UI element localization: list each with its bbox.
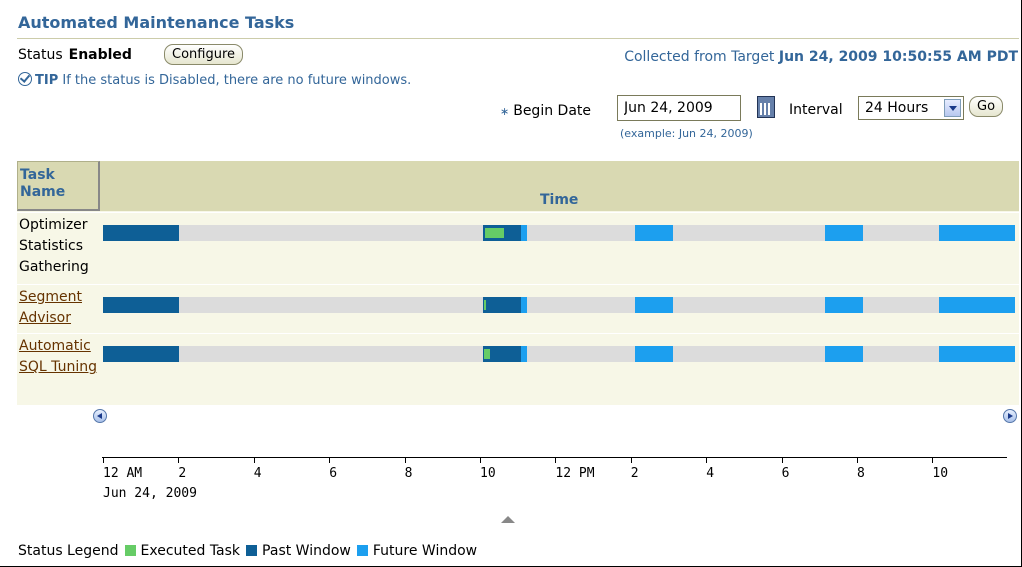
axis-tick-label: 8: [857, 466, 865, 481]
axis-tick: [555, 457, 557, 463]
axis-tick-label: 4: [706, 466, 715, 481]
automatic-sql-tuning-link[interactable]: Automatic SQL Tuning: [19, 338, 97, 375]
future-window-segment[interactable]: [825, 225, 863, 241]
executed-window-segment[interactable]: [483, 300, 486, 310]
status-row: Status Enabled: [18, 47, 132, 63]
task-name-header-label: Task Name: [20, 167, 66, 200]
begin-date-input[interactable]: [617, 95, 741, 121]
axis-tick: [781, 457, 783, 463]
collected-from-target: Collected from Target Jun 24, 2009 10:50…: [624, 49, 1018, 65]
future-window-segment[interactable]: [939, 297, 1015, 313]
axis-tick-label: 10: [932, 466, 949, 481]
scroll-right-icon[interactable]: [1003, 409, 1017, 423]
time-header-label: Time: [540, 192, 579, 208]
past-window-segment[interactable]: [483, 297, 521, 313]
tip-key: TIP: [35, 73, 59, 88]
axis-tick-label: 12 PM: [555, 466, 595, 481]
executed-window-segment[interactable]: [484, 228, 504, 238]
past-window-segment[interactable]: [103, 346, 179, 362]
collected-timestamp: Jun 24, 2009 10:50:55 AM PDT: [778, 49, 1018, 65]
future-window-segment[interactable]: [635, 346, 673, 362]
legend-title: Status Legend: [18, 543, 119, 559]
future-window-segment[interactable]: [521, 346, 527, 362]
title-divider: [17, 38, 1019, 39]
timeline-track: [103, 297, 1015, 313]
legend-swatch-future: [356, 545, 368, 556]
timeline-track: [103, 346, 1015, 362]
task-name-header[interactable]: Task Name: [17, 161, 100, 211]
axis-tick-label: 2: [178, 466, 187, 481]
table-row: Automatic SQL Tuning: [17, 333, 1019, 406]
future-window-segment[interactable]: [521, 297, 527, 313]
configure-button[interactable]: Configure: [164, 44, 244, 65]
timeline-track: [103, 225, 1015, 241]
status-label: Status: [18, 47, 63, 63]
page-title: Automated Maintenance Tasks: [18, 13, 295, 32]
table-row: Segment Advisor: [17, 284, 1019, 333]
legend-swatch-executed: [124, 545, 136, 556]
axis-tick-label: 2: [630, 466, 639, 481]
axis-tick-label: 6: [781, 466, 790, 481]
future-window-segment[interactable]: [825, 297, 863, 313]
legend-swatch-past: [246, 545, 258, 556]
tip-text: If the status is Disabled, there are no …: [62, 73, 412, 88]
scroll-left-icon[interactable]: [93, 409, 107, 423]
task-name: Automatic SQL Tuning: [19, 336, 103, 378]
tip-check-icon: [18, 72, 32, 86]
axis-tick: [404, 457, 406, 463]
go-button[interactable]: Go: [969, 96, 1004, 117]
time-header: Time: [100, 161, 1019, 211]
axis-tick: [630, 457, 632, 463]
axis-tick-label: 4: [253, 466, 262, 481]
axis-tick-label: 8: [404, 466, 413, 481]
axis-tick: [253, 457, 255, 463]
task-name: Optimizer Statistics Gathering: [19, 217, 89, 275]
axis-tick: [857, 457, 858, 463]
status-legend: Status Legend Executed Task Past Window Fut…: [18, 543, 477, 559]
future-window-segment[interactable]: [825, 346, 863, 362]
legend-past: Past Window: [262, 543, 351, 559]
axis-tick: [932, 457, 934, 463]
axis-tick: [329, 457, 331, 463]
segment-advisor-link[interactable]: Segment Advisor: [19, 289, 82, 326]
table-row: Optimizer Statistics Gathering: [17, 212, 1019, 284]
interval-label: Interval: [789, 102, 843, 118]
axis-date: Jun 24, 2009: [103, 486, 197, 501]
tip: TIP If the status is Disabled, there are…: [18, 70, 411, 88]
begin-date-text: Begin Date: [513, 103, 591, 119]
legend-future: Future Window: [372, 543, 478, 559]
axis-tick: [103, 457, 104, 463]
interval-select[interactable]: 24 Hours: [858, 96, 964, 120]
future-window-segment[interactable]: [635, 225, 673, 241]
future-window-segment[interactable]: [939, 346, 1015, 362]
axis-tick: [178, 457, 180, 463]
axis-tick-label: 12 AM: [103, 466, 143, 481]
gantt-table: Task Name Time Optimizer Statistics Gath…: [17, 161, 1019, 405]
calendar-icon[interactable]: [757, 96, 775, 118]
axis-tick: [706, 457, 708, 463]
required-mark: ∗: [500, 105, 510, 118]
future-window-segment[interactable]: [939, 225, 1015, 241]
splitter-icon[interactable]: [501, 516, 515, 523]
legend-executed: Executed Task: [140, 543, 241, 559]
past-window-segment[interactable]: [103, 297, 179, 313]
axis-tick-label: 6: [329, 466, 338, 481]
begin-date-label: ∗ Begin Date: [500, 103, 591, 119]
future-window-segment[interactable]: [635, 297, 673, 313]
collected-prefix: Collected from Target: [624, 49, 775, 65]
future-window-segment[interactable]: [521, 225, 527, 241]
axis-tick-label: 10: [480, 466, 496, 481]
axis-tick: [480, 457, 481, 463]
begin-date-example: (example: Jun 24, 2009): [620, 127, 753, 140]
status-value: Enabled: [68, 47, 132, 63]
interval-value: 24 Hours: [865, 100, 929, 116]
dropdown-arrow-icon[interactable]: [944, 99, 961, 117]
past-window-segment[interactable]: [103, 225, 179, 241]
task-name: Segment Advisor: [19, 287, 103, 329]
executed-window-segment[interactable]: [483, 349, 490, 359]
